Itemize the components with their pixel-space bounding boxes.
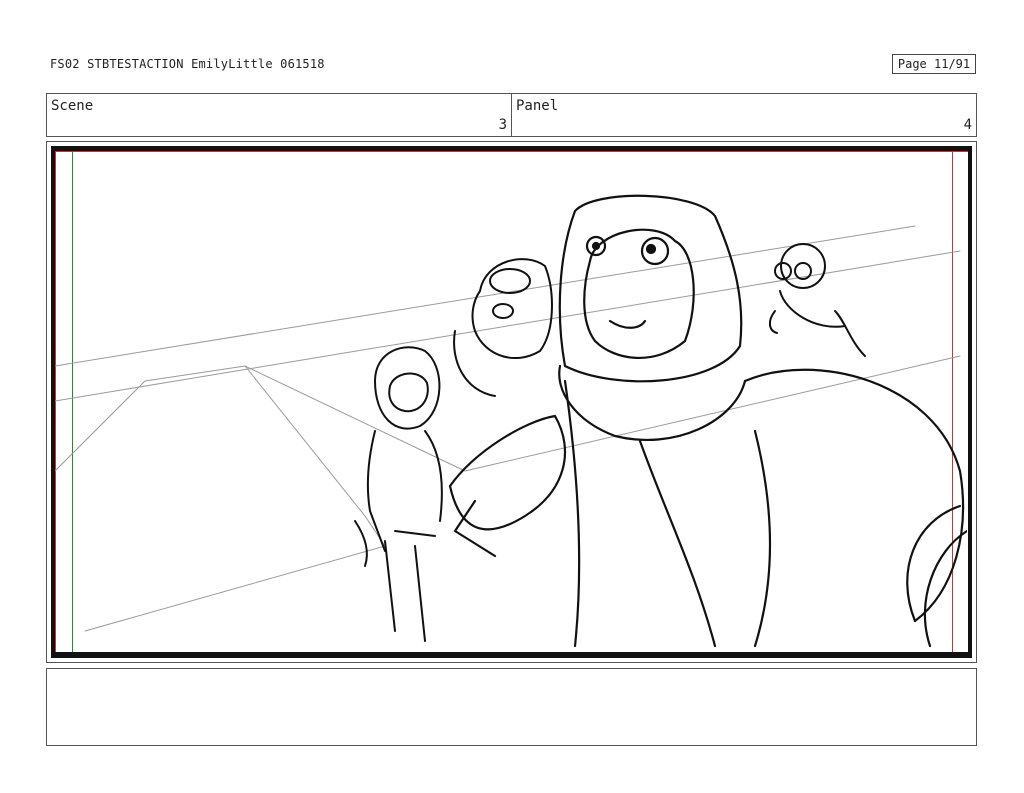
panel-cell: Panel 4 bbox=[511, 94, 976, 136]
pilot-character bbox=[769, 243, 866, 357]
page-indicator: Page 11/91 bbox=[892, 54, 976, 74]
panel-border bbox=[51, 146, 972, 658]
scene-label: Scene bbox=[51, 98, 94, 114]
storyboard-sketch bbox=[55, 194, 967, 648]
girl-astronaut bbox=[354, 346, 443, 642]
perspective-guides bbox=[55, 225, 961, 632]
scene-panel-row: Scene 3 Panel 4 bbox=[46, 93, 977, 137]
scene-cell: Scene 3 bbox=[47, 94, 511, 136]
page-number-label: Page 11/91 bbox=[897, 57, 971, 71]
storyboard-panel bbox=[46, 141, 977, 663]
panel-drawing-area bbox=[55, 151, 968, 652]
panel-notes-box bbox=[46, 668, 977, 746]
panel-label: Panel bbox=[516, 98, 559, 114]
panel-number: 4 bbox=[963, 117, 972, 133]
document-title: FS02 STBTESTACTION EmilyLittle 061518 bbox=[50, 57, 325, 71]
second-astronaut bbox=[453, 258, 553, 397]
scene-number: 3 bbox=[498, 117, 507, 133]
main-astronaut bbox=[448, 194, 967, 648]
